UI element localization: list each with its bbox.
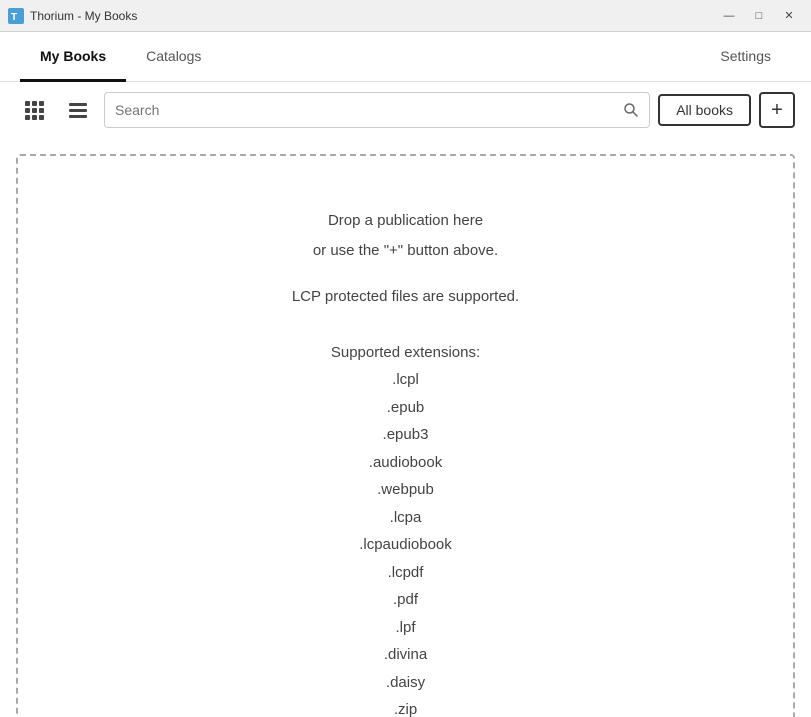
window-title: Thorium - My Books: [30, 9, 137, 23]
close-button[interactable]: ✕: [775, 6, 803, 26]
list-icon: [69, 103, 87, 118]
grid-view-button[interactable]: [16, 92, 52, 128]
all-books-button[interactable]: All books: [658, 94, 751, 126]
ext-lcpl: .lcpl: [392, 367, 419, 393]
window-controls: — □ ✕: [715, 6, 803, 26]
ext-audiobook: .audiobook: [369, 450, 442, 476]
ext-lcpdf: .lcpdf: [388, 560, 424, 586]
ext-webpub: .webpub: [377, 477, 434, 503]
drop-zone[interactable]: Drop a publication here or use the "+" b…: [16, 154, 795, 717]
drop-zone-line2: or use the "+" button above.: [313, 236, 498, 266]
search-icon: [623, 102, 639, 118]
maximize-button[interactable]: □: [745, 6, 773, 26]
ext-epub: .epub: [387, 395, 425, 421]
ext-pdf: .pdf: [393, 587, 418, 613]
drop-zone-line3: LCP protected files are supported.: [292, 282, 519, 312]
toolbar: All books +: [0, 82, 811, 138]
ext-daisy: .daisy: [386, 670, 425, 696]
search-container: [104, 92, 650, 128]
minimize-button[interactable]: —: [715, 6, 743, 26]
tab-settings[interactable]: Settings: [700, 32, 791, 82]
ext-epub3: .epub3: [383, 422, 429, 448]
tab-catalogs[interactable]: Catalogs: [126, 32, 221, 82]
title-bar: T Thorium - My Books — □ ✕: [0, 0, 811, 32]
svg-text:T: T: [11, 12, 17, 23]
ext-zip: .zip: [394, 697, 417, 717]
ext-lcpaudiobook: .lcpaudiobook: [359, 532, 452, 558]
nav-tabs: My Books Catalogs Settings: [0, 32, 811, 82]
search-input[interactable]: [115, 102, 623, 118]
search-button[interactable]: [623, 102, 639, 118]
tab-my-books[interactable]: My Books: [20, 32, 126, 82]
app-icon: T: [8, 8, 24, 24]
list-view-button[interactable]: [60, 92, 96, 128]
extensions-header: Supported extensions:: [331, 344, 480, 361]
ext-lpf: .lpf: [395, 615, 415, 641]
ext-lcpa: .lcpa: [390, 505, 422, 531]
title-bar-left: T Thorium - My Books: [8, 8, 137, 24]
grid-icon: [25, 101, 44, 120]
main-content: Drop a publication here or use the "+" b…: [0, 138, 811, 717]
ext-divina: .divina: [384, 642, 427, 668]
extensions-list: Supported extensions: .lcpl .epub .epub3…: [331, 344, 480, 717]
drop-zone-line1: Drop a publication here: [328, 206, 483, 236]
add-book-button[interactable]: +: [759, 92, 795, 128]
